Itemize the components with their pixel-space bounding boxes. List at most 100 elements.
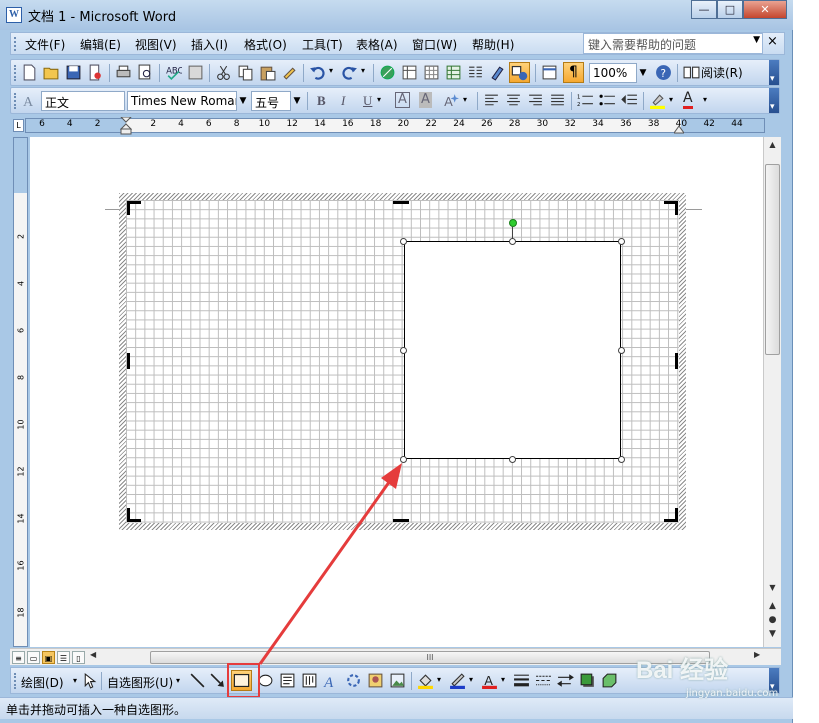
resize-handle-top-left[interactable] bbox=[400, 238, 407, 245]
undo-dropdown-icon[interactable]: ▾ bbox=[329, 66, 333, 75]
menu-file[interactable]: 文件(F) bbox=[25, 36, 65, 53]
3d-style-icon[interactable] bbox=[601, 672, 618, 689]
menu-tools[interactable]: 工具(T) bbox=[302, 36, 343, 53]
rectangle-shape[interactable] bbox=[404, 241, 621, 459]
redo-icon[interactable] bbox=[341, 64, 358, 81]
menu-table[interactable]: 表格(A) bbox=[356, 36, 398, 53]
menu-help[interactable]: 帮助(H) bbox=[472, 36, 514, 53]
resize-handle-bottom[interactable] bbox=[509, 456, 516, 463]
vertical-ruler[interactable]: 2468101214161820 bbox=[13, 137, 28, 665]
arrow-style-icon[interactable] bbox=[557, 672, 574, 689]
fill-color-dropdown-icon[interactable]: ▾ bbox=[437, 675, 441, 684]
toolbar-grip[interactable] bbox=[14, 65, 17, 81]
research-icon[interactable] bbox=[187, 64, 204, 81]
autoshapes-dropdown-icon[interactable]: ▾ bbox=[176, 676, 180, 685]
highlight-dropdown-icon[interactable]: ▾ bbox=[669, 95, 673, 104]
bullets-icon[interactable] bbox=[599, 92, 616, 109]
drawing-toggle-button[interactable] bbox=[509, 62, 530, 83]
canvas-crop-handle[interactable] bbox=[393, 201, 409, 204]
toolbar-grip[interactable] bbox=[14, 93, 17, 109]
canvas-crop-handle[interactable] bbox=[127, 508, 141, 522]
print-icon[interactable] bbox=[115, 64, 132, 81]
align-left-icon[interactable] bbox=[483, 92, 500, 109]
print-layout-icon[interactable]: ▣ bbox=[42, 651, 55, 664]
fill-color-icon[interactable] bbox=[417, 672, 434, 689]
diagram-icon[interactable] bbox=[345, 672, 362, 689]
line-color-dropdown-icon[interactable]: ▾ bbox=[469, 675, 473, 684]
numbering-icon[interactable]: 12 bbox=[577, 92, 594, 109]
minimize-button[interactable]: — bbox=[691, 0, 717, 19]
help-question-input[interactable]: 键入需要帮助的问题 ▼ bbox=[583, 33, 763, 54]
drawing-icon[interactable] bbox=[489, 64, 506, 81]
restore-button[interactable]: □ bbox=[717, 0, 743, 19]
menu-window[interactable]: 窗口(W) bbox=[412, 36, 457, 53]
scroll-up-icon[interactable]: ▲ bbox=[764, 137, 781, 153]
indent-marker-icon[interactable] bbox=[120, 117, 132, 135]
toolbar-grip[interactable] bbox=[14, 673, 17, 689]
tables-borders-icon[interactable] bbox=[401, 64, 418, 81]
line-style-icon[interactable] bbox=[513, 672, 530, 689]
resize-handle-right[interactable] bbox=[618, 347, 625, 354]
resize-handle-top[interactable] bbox=[509, 238, 516, 245]
align-right-icon[interactable] bbox=[527, 92, 544, 109]
insert-picture-icon[interactable] bbox=[389, 672, 406, 689]
select-objects-icon[interactable] bbox=[81, 672, 98, 689]
font-dropdown-icon[interactable]: ▼ bbox=[237, 91, 249, 111]
horizontal-ruler[interactable]: 6 4 2 2 4 6 8 10 12 14 16 18 20 22 24 26 28 30 32 34 36 38 40 4… bbox=[25, 117, 765, 135]
vertical-text-box-icon[interactable] bbox=[301, 672, 318, 689]
line-tool-icon[interactable] bbox=[189, 672, 206, 689]
character-shading-button[interactable]: A bbox=[419, 92, 432, 108]
normal-view-icon[interactable]: ≡ bbox=[12, 651, 25, 664]
document-map-icon[interactable] bbox=[541, 64, 558, 81]
resize-handle-bottom-left[interactable] bbox=[400, 456, 407, 463]
toolbar-options-button[interactable] bbox=[769, 60, 779, 85]
vertical-scroll-thumb[interactable] bbox=[765, 164, 780, 355]
rotation-handle[interactable] bbox=[509, 219, 517, 227]
previous-page-icon[interactable]: ▲ bbox=[764, 601, 781, 611]
reading-layout-label[interactable]: 阅读(R) bbox=[701, 64, 743, 81]
resize-handle-top-right[interactable] bbox=[618, 238, 625, 245]
distributed-align-icon[interactable] bbox=[549, 92, 566, 109]
draw-dropdown-icon[interactable]: ▾ bbox=[73, 676, 77, 685]
vertical-scrollbar[interactable]: ▲ ▼ ▲ ● ▼ bbox=[763, 137, 781, 647]
draw-menu-button[interactable]: 绘图(D) bbox=[21, 674, 64, 691]
dash-style-icon[interactable] bbox=[535, 672, 552, 689]
arrow-tool-icon[interactable] bbox=[209, 672, 226, 689]
save-icon[interactable] bbox=[65, 64, 82, 81]
character-border-button[interactable]: A bbox=[395, 92, 410, 108]
toolbar-options-button[interactable] bbox=[769, 88, 779, 113]
decrease-indent-icon[interactable] bbox=[621, 92, 638, 109]
menu-edit[interactable]: 编辑(E) bbox=[80, 36, 121, 53]
zoom-combo[interactable]: 100% bbox=[589, 63, 637, 83]
scroll-left-icon[interactable]: ◀ bbox=[90, 650, 96, 659]
text-effects-icon[interactable]: A bbox=[443, 92, 460, 109]
copy-icon[interactable] bbox=[237, 64, 254, 81]
word-app-icon[interactable]: W bbox=[6, 7, 22, 23]
menu-insert[interactable]: 插入(I) bbox=[191, 36, 228, 53]
highlight-icon[interactable] bbox=[649, 92, 666, 109]
chevron-down-icon[interactable]: ▼ bbox=[753, 35, 760, 45]
font-color-button[interactable]: A bbox=[683, 90, 693, 109]
web-layout-icon[interactable]: ▭ bbox=[27, 651, 40, 664]
line-color-icon[interactable] bbox=[449, 672, 466, 689]
underline-dropdown-icon[interactable]: ▾ bbox=[377, 95, 381, 104]
bold-button[interactable]: B bbox=[317, 93, 326, 109]
scroll-right-icon[interactable]: ▶ bbox=[754, 650, 760, 659]
select-browse-object-icon[interactable]: ● bbox=[764, 615, 781, 625]
hyperlink-icon[interactable] bbox=[379, 64, 396, 81]
canvas-crop-handle[interactable] bbox=[664, 508, 678, 522]
undo-icon[interactable] bbox=[309, 64, 326, 81]
zoom-dropdown-icon[interactable]: ▼ bbox=[637, 63, 649, 83]
paste-icon[interactable] bbox=[259, 64, 276, 81]
cut-icon[interactable] bbox=[215, 64, 232, 81]
close-button[interactable]: ✕ bbox=[743, 0, 787, 19]
underline-button[interactable]: U bbox=[363, 93, 372, 109]
italic-button[interactable]: I bbox=[341, 93, 345, 109]
autoshapes-button[interactable]: 自选图形(U) bbox=[107, 674, 173, 691]
document-close-icon[interactable]: × bbox=[767, 34, 778, 49]
canvas-crop-handle[interactable] bbox=[393, 519, 409, 522]
insert-excel-icon[interactable] bbox=[445, 64, 462, 81]
scroll-down-icon[interactable]: ▼ bbox=[764, 580, 781, 596]
style-combo[interactable]: 正文 bbox=[41, 91, 125, 111]
outline-view-icon[interactable]: ☰ bbox=[57, 651, 70, 664]
